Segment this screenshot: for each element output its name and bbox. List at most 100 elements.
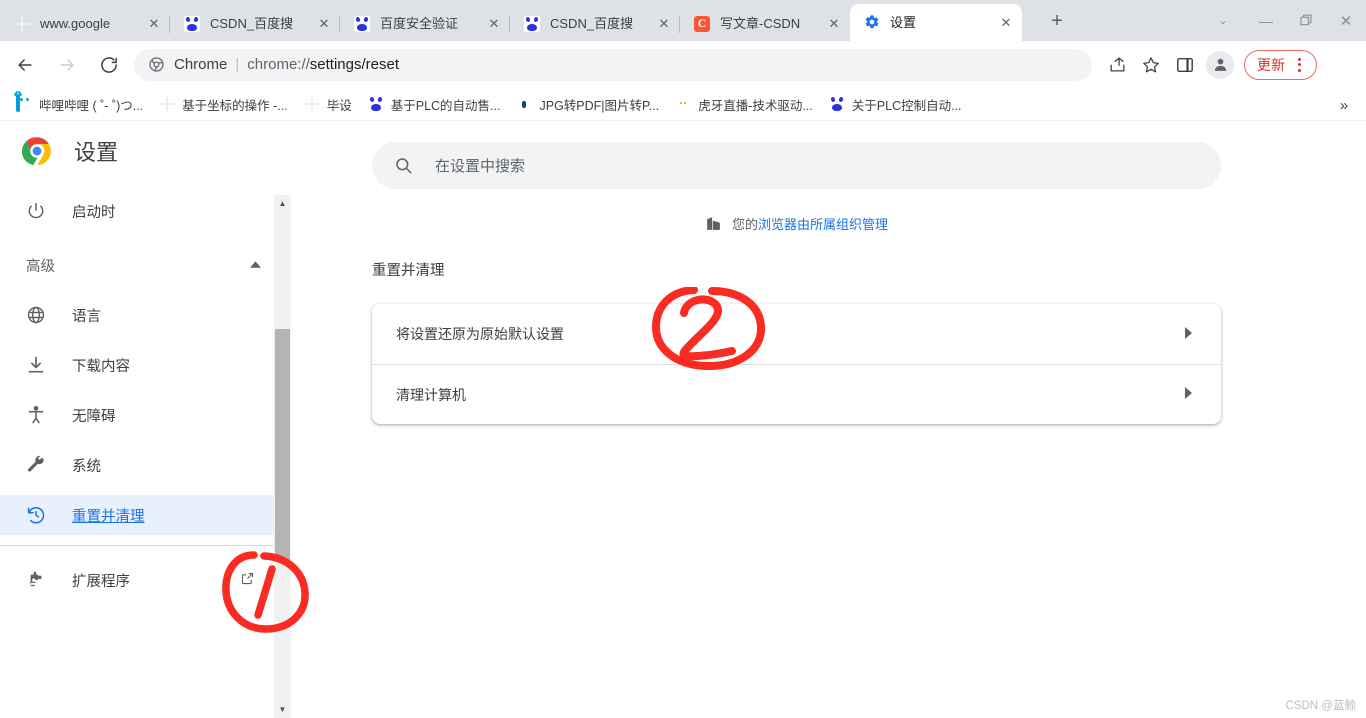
row-restore-defaults[interactable]: 将设置还原为原始默认设置 (372, 304, 1221, 364)
history-reset-icon (26, 505, 46, 525)
chevron-right-icon (1184, 387, 1193, 402)
puzzle-icon (26, 570, 46, 590)
sidebar-item-downloads[interactable]: 下载内容 (0, 345, 291, 385)
building-icon (705, 215, 722, 232)
minimize-icon[interactable]: — (1246, 0, 1286, 41)
tab-csdn-write[interactable]: C 写文章-CSDN ✕ (680, 7, 850, 41)
bookmark-coordinate-ops[interactable]: 基于坐标的操作 -... (151, 91, 296, 117)
tab-title: 写文章-CSDN (720, 16, 801, 31)
sidebar-item-reset-and-cleanup[interactable]: 重置并清理 (0, 495, 291, 535)
open-in-new-icon (240, 571, 255, 590)
settings-main: 在设置中搜索 您的 浏览器由所属组织管理 重置并清理 将设置还原为原始默认设置 清… (291, 121, 1366, 718)
address-bar[interactable]: Chrome | chrome://settings/reset (134, 48, 1092, 81)
forward-button[interactable] (50, 48, 84, 82)
browser-toolbar: Chrome | chrome://settings/reset 更新 (0, 41, 1366, 88)
bookmark-bishe[interactable]: 毕设 (296, 91, 360, 117)
tab-title: 百度安全验证 (380, 16, 459, 31)
sidebar-item-system[interactable]: 系统 (0, 445, 291, 485)
close-icon[interactable]: ✕ (484, 14, 504, 34)
gear-icon (864, 14, 881, 31)
csdn-icon: C (694, 15, 711, 33)
wrench-icon (26, 455, 46, 475)
bookmark-plc-control[interactable]: 关于PLC控制自动... (821, 91, 970, 117)
globe-icon (26, 305, 46, 325)
page-title: 设置 (74, 140, 119, 165)
bookmark-plc-vending[interactable]: 基于PLC的自动售... (360, 91, 509, 117)
tab-title: CSDN_百度搜 (550, 16, 634, 31)
watermark: CSDN @蓝鲸 (1285, 700, 1356, 712)
bookmark-label: JPG转PDF|图片转P... (539, 98, 660, 113)
sidebar-item-label: 下载内容 (72, 358, 130, 375)
sidebar-item-label: 重置并清理 (72, 508, 145, 525)
managed-notice-prefix: 您的 (731, 217, 758, 232)
close-icon[interactable]: ✕ (824, 14, 844, 34)
download-icon (26, 355, 46, 375)
side-panel-icon[interactable] (1168, 48, 1202, 82)
search-input[interactable]: 在设置中搜索 (372, 142, 1221, 189)
globe-icon (159, 96, 175, 112)
close-icon[interactable]: ✕ (654, 14, 674, 34)
bookmark-jpg-to-pdf[interactable]: JPG转PDF|图片转P... (508, 91, 667, 117)
tab-settings[interactable]: 设置 ✕ (850, 4, 1022, 41)
bookmark-huya[interactable]: 虎牙直播-技术驱动... (667, 91, 821, 117)
sidebar-section-advanced[interactable]: 高级 (0, 245, 291, 285)
three-dot-menu-icon[interactable] (1289, 57, 1309, 72)
sidebar-item-languages[interactable]: 语言 (0, 295, 291, 335)
close-icon[interactable]: ✕ (1326, 0, 1366, 41)
search-icon (394, 156, 414, 176)
close-icon[interactable]: ✕ (144, 14, 164, 34)
window-controls: ⌄ — ✕ (1200, 0, 1366, 41)
tab-list: www.google ✕ CSDN_百度搜 ✕ 百度安全验证 ✕ CSDN_百度… (0, 0, 1022, 41)
reload-button[interactable] (92, 48, 126, 82)
update-button[interactable]: 更新 (1244, 49, 1317, 80)
managed-browser-notice: 您的 浏览器由所属组织管理 (372, 214, 1221, 233)
bookmarks-bar: 哔哩哔哩 ( ˚- ˚)つ... 基于坐标的操作 -... 毕设 基于PLC的自… (0, 88, 1366, 121)
close-icon[interactable]: ✕ (314, 14, 334, 34)
accessibility-icon (26, 405, 46, 425)
sidebar-item-startup[interactable]: 启动时 (0, 191, 291, 231)
tab-google[interactable]: www.google ✕ (0, 7, 170, 41)
settings-sidebar: 设置 启动时 高级 语言 下载内容 无障碍 系统 重置并清理 扩展程序 ▲ ▼ (0, 121, 291, 718)
settings-brand: 设置 (0, 121, 291, 181)
scrollbar-down-arrow-icon[interactable]: ▼ (274, 701, 291, 718)
scrollbar-thumb[interactable] (275, 329, 290, 561)
close-icon[interactable]: ✕ (996, 13, 1016, 33)
update-label: 更新 (1257, 56, 1285, 73)
sidebar-item-label: 无障碍 (72, 408, 116, 425)
restore-icon[interactable] (1286, 0, 1326, 41)
bookmarks-overflow-button[interactable]: » (1332, 93, 1356, 117)
chrome-logo-icon (148, 56, 165, 73)
bookmark-bilibili[interactable]: 哔哩哔哩 ( ˚- ˚)つ... (8, 91, 151, 117)
scrollbar-up-arrow-icon[interactable]: ▲ (274, 195, 291, 212)
tab-csdn-baidu-2[interactable]: CSDN_百度搜 ✕ (510, 7, 680, 41)
managed-notice-link[interactable]: 浏览器由所属组织管理 (758, 214, 888, 233)
settings-page: 设置 启动时 高级 语言 下载内容 无障碍 系统 重置并清理 扩展程序 ▲ ▼ … (0, 121, 1366, 718)
share-icon[interactable] (1100, 48, 1134, 82)
omnibox-chrome-label: Chrome (174, 56, 228, 73)
avatar[interactable] (1206, 50, 1234, 79)
tab-strip: www.google ✕ CSDN_百度搜 ✕ 百度安全验证 ✕ CSDN_百度… (0, 0, 1366, 41)
sidebar-item-extensions[interactable]: 扩展程序 (0, 560, 291, 600)
globe-icon (304, 96, 320, 112)
omnibox-separator: | (235, 56, 240, 73)
globe-icon (14, 16, 31, 33)
sidebar-item-accessibility[interactable]: 无障碍 (0, 395, 291, 435)
row-label: 清理计算机 (396, 386, 466, 403)
chevron-right-icon (1184, 326, 1193, 342)
bookmark-label: 虎牙直播-技术驱动... (698, 98, 813, 113)
chevron-down-icon[interactable]: ⌄ (1200, 0, 1246, 41)
sidebar-item-label: 语言 (72, 308, 101, 325)
reset-cleanup-card: 将设置还原为原始默认设置 清理计算机 (372, 304, 1221, 424)
baidu-icon (184, 15, 201, 33)
star-icon[interactable] (1134, 48, 1168, 82)
chrome-logo-icon (21, 136, 52, 166)
bookmark-label: 哔哩哔哩 ( ˚- ˚)つ... (39, 98, 144, 113)
new-tab-button[interactable]: + (1040, 7, 1074, 35)
sidebar-scrollbar[interactable]: ▲ ▼ (274, 195, 291, 718)
row-clean-up-computer[interactable]: 清理计算机 (372, 364, 1221, 424)
back-button[interactable] (8, 48, 42, 82)
tab-baidu-verify[interactable]: 百度安全验证 ✕ (340, 7, 510, 41)
tab-csdn-baidu-1[interactable]: CSDN_百度搜 ✕ (170, 7, 340, 41)
bookmark-label: 基于PLC的自动售... (390, 98, 501, 113)
power-icon (26, 201, 46, 221)
